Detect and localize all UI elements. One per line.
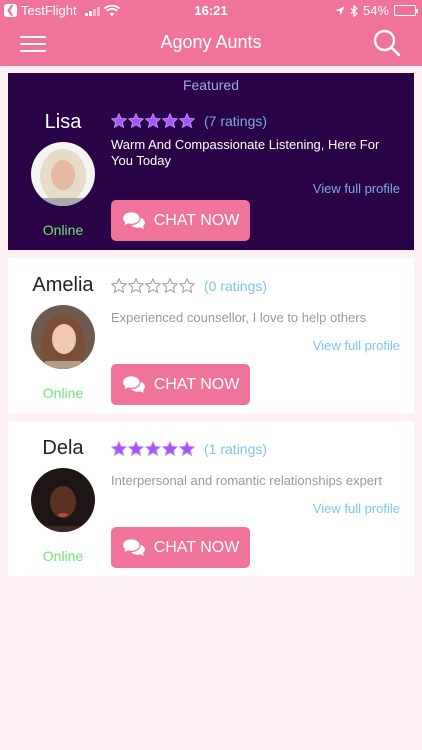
- chat-now-label: CHAT NOW: [153, 375, 240, 393]
- star-filled-icon: [128, 441, 144, 457]
- aunts-list: Featured Lisa Online (7 ratings) Warm An…: [8, 73, 414, 584]
- aunt-name: Lisa: [44, 111, 82, 133]
- star-empty-icon: [179, 278, 195, 294]
- chat-now-label: CHAT NOW: [153, 538, 240, 556]
- star-rating: [111, 441, 195, 457]
- online-status: Online: [42, 548, 84, 564]
- aunt-profile-column: Amelia Online: [8, 274, 118, 401]
- star-empty-icon: [162, 278, 178, 294]
- chat-now-label: CHAT NOW: [153, 211, 240, 229]
- chat-bubbles-icon: [122, 375, 145, 393]
- rating-row: (1 ratings): [111, 439, 400, 459]
- battery-percent: 54%: [362, 3, 389, 18]
- ratings-count[interactable]: (1 ratings): [204, 441, 267, 457]
- status-right: 54%: [335, 3, 418, 18]
- star-filled-icon: [179, 441, 195, 457]
- battery-icon: [394, 5, 418, 16]
- view-full-profile-link[interactable]: View full profile: [111, 181, 400, 196]
- avatar[interactable]: [31, 305, 95, 369]
- star-filled-icon: [162, 441, 178, 457]
- star-rating: [111, 278, 195, 294]
- aunt-description: Interpersonal and romantic relationships…: [111, 473, 382, 488]
- star-empty-icon: [128, 278, 144, 294]
- star-filled-icon: [179, 113, 195, 129]
- search-button[interactable]: [372, 28, 402, 58]
- ratings-count[interactable]: (0 ratings): [204, 278, 267, 294]
- online-status: Online: [42, 385, 84, 401]
- view-full-profile-link[interactable]: View full profile: [111, 338, 400, 353]
- aunt-description: Warm And Compassionate Listening, Here F…: [111, 137, 380, 168]
- aunt-profile-column: Lisa Online: [8, 111, 118, 238]
- search-icon: [373, 29, 401, 57]
- chat-bubbles-icon: [122, 538, 145, 556]
- featured-aunt-card[interactable]: Featured Lisa Online (7 ratings) Warm An…: [8, 73, 414, 250]
- aunt-details: (7 ratings) Warm And Compassionate Liste…: [111, 111, 400, 196]
- chat-now-button[interactable]: CHAT NOW: [111, 364, 250, 405]
- chat-now-button[interactable]: CHAT NOW: [111, 527, 250, 568]
- chat-now-button[interactable]: CHAT NOW: [111, 200, 250, 241]
- chat-bubbles-icon: [122, 211, 145, 229]
- ratings-count[interactable]: (7 ratings): [204, 113, 267, 129]
- star-filled-icon: [145, 113, 161, 129]
- aunt-card[interactable]: Dela Online (1 ratings) Interpersonal an…: [8, 421, 414, 576]
- avatar[interactable]: [31, 468, 95, 532]
- star-filled-icon: [145, 441, 161, 457]
- star-filled-icon: [111, 441, 127, 457]
- star-filled-icon: [162, 113, 178, 129]
- aunt-name: Amelia: [32, 274, 94, 296]
- status-bar: ❮ TestFlight 16:21 54%: [0, 0, 422, 22]
- avatar[interactable]: [31, 142, 95, 206]
- aunt-profile-column: Dela Online: [8, 437, 118, 564]
- star-filled-icon: [111, 113, 127, 129]
- rating-row: (0 ratings): [111, 276, 400, 296]
- aunt-card[interactable]: Amelia Online (0 ratings) Experienced co…: [8, 258, 414, 413]
- aunt-details: (0 ratings) Experienced counsellor, I lo…: [111, 276, 400, 353]
- nav-title: Agony Aunts: [160, 32, 262, 52]
- aunt-name: Dela: [42, 437, 84, 459]
- location-arrow-icon: [335, 6, 345, 15]
- featured-label: Featured: [182, 77, 240, 93]
- star-empty-icon: [145, 278, 161, 294]
- bluetooth-icon: [350, 4, 358, 17]
- star-empty-icon: [111, 278, 127, 294]
- rating-row: (7 ratings): [111, 111, 400, 131]
- aunt-details: (1 ratings) Interpersonal and romantic r…: [111, 439, 400, 516]
- star-rating: [111, 113, 195, 129]
- nav-bar: Agony Aunts: [0, 22, 422, 66]
- aunt-description: Experienced counsellor, I love to help o…: [111, 310, 367, 325]
- view-full-profile-link[interactable]: View full profile: [111, 501, 400, 516]
- online-status: Online: [42, 222, 84, 238]
- star-filled-icon: [128, 113, 144, 129]
